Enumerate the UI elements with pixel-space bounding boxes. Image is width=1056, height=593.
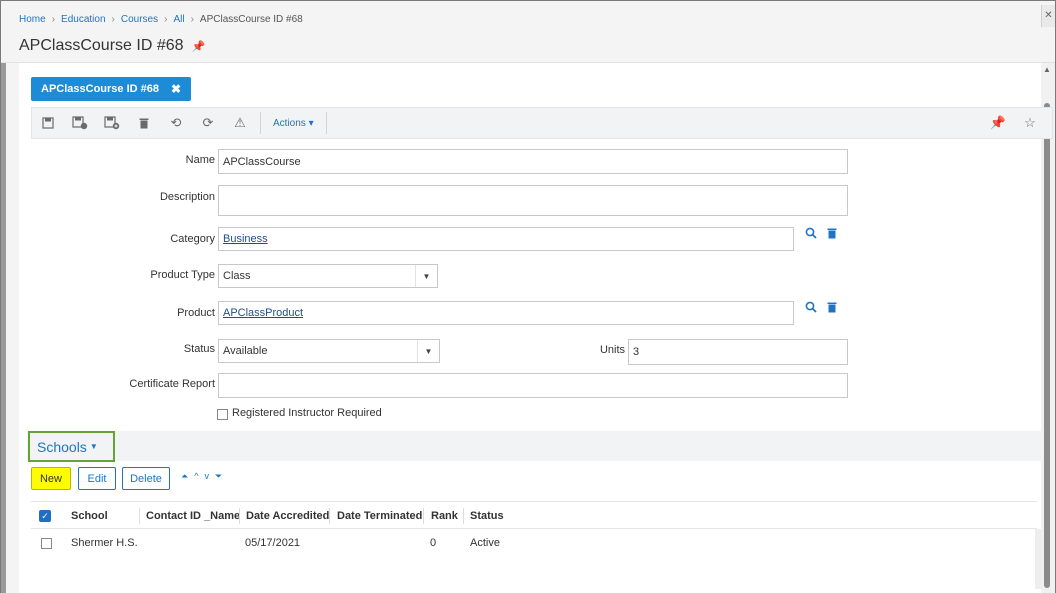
warning-icon[interactable]: ⚠ [224,108,256,138]
record-toolbar: ⟲ ⟳ ⚠ Actions ▾ 📌 ☆ [31,107,1053,139]
column-contact[interactable]: Contact ID _Name [146,502,240,530]
toolbar-divider [325,112,327,134]
record-tab[interactable]: APClassCourse ID #68 ✖ [31,77,192,101]
column-divider [329,508,330,524]
search-icon[interactable] [805,301,817,316]
product-label: Product [177,307,215,319]
record-tab-label: APClassCourse ID #68 [41,83,159,95]
row-checkbox[interactable] [41,538,52,549]
cell-date-accredited: 05/17/2021 [245,537,301,549]
registered-instructor-label: Registered Instructor Required [232,407,382,419]
record-panel: APClassCourse ID #68 ✖ ⟲ ⟳ ⚠ Actions ▾ 📌… [19,63,1053,593]
breadcrumb-separator: › [190,14,194,25]
status-value: Available [223,345,268,357]
save-icon[interactable] [32,108,64,138]
category-label: Category [170,233,215,245]
product-type-value: Class [223,270,251,282]
status-label: Status [183,343,215,355]
column-divider [239,508,240,524]
column-rank[interactable]: Rank [431,502,458,530]
breadcrumb-courses[interactable]: Courses [121,14,158,25]
units-label: Units [599,344,625,356]
breadcrumb-education[interactable]: Education [61,14,105,25]
name-value: APClassCourse [223,155,301,168]
move-up-icon[interactable]: ^ [194,471,198,482]
cell-school: Shermer H.S. [71,537,138,549]
save-and-new-icon[interactable] [96,108,128,138]
breadcrumb-all[interactable]: All [173,14,184,25]
column-date-accredited[interactable]: Date Accredited [246,502,329,530]
scrollbar-thumb[interactable] [1044,103,1050,588]
name-label: Name [185,154,215,166]
name-input[interactable]: APClassCourse [218,149,848,174]
schools-grid-header: ✓ School Contact ID _Name Date Accredite… [31,501,1037,529]
close-tab-icon[interactable]: ✖ [171,82,181,96]
undo-icon[interactable]: ⟲ [160,108,192,138]
schools-section-header [27,431,1043,461]
pin-icon[interactable]: 📌 [192,40,206,53]
toolbar-right: 📌 ☆ [982,108,1046,138]
move-down-icon[interactable]: v [204,471,209,482]
breadcrumb: Home › Education › Courses › All › APCla… [19,14,303,25]
close-icon[interactable]: ✕ [1041,5,1055,27]
category-lookup[interactable]: Business [218,227,794,251]
breadcrumb-current: APClassCourse ID #68 [199,14,303,25]
reorder-controls: ⏶ ^ v ⏷ [181,471,222,482]
edit-button[interactable]: Edit [78,467,116,490]
certificate-report-input[interactable] [218,373,848,398]
table-row[interactable]: Shermer H.S. 05/17/2021 0 Active [31,529,1037,557]
certificate-report-label: Certificate Report [129,378,215,390]
delete-button[interactable]: Delete [122,467,170,490]
trash-icon[interactable] [827,227,837,242]
cell-status: Active [470,537,500,549]
page-scrollbar[interactable]: ▲ [1039,63,1055,593]
breadcrumb-separator: › [164,14,168,25]
breadcrumb-home[interactable]: Home [19,14,46,25]
page-header: Home › Education › Courses › All › APCla… [1,1,1055,63]
grid-scrollbar[interactable] [1035,529,1041,589]
trash-icon[interactable] [827,301,837,316]
move-top-icon[interactable]: ⏶ [181,471,188,482]
column-date-terminated[interactable]: Date Terminated [337,502,422,530]
category-value[interactable]: Business [223,233,268,245]
breadcrumb-separator: › [111,14,115,25]
page-title: APClassCourse ID #68 📌 [19,37,205,55]
column-school[interactable]: School [71,502,108,530]
units-input[interactable]: 3 [628,339,848,365]
left-gutter [6,63,19,593]
status-select[interactable]: Available ▼ [218,339,440,363]
column-divider [463,508,464,524]
cell-rank: 0 [430,537,437,549]
schools-toggle[interactable]: Schools ▼ [28,431,115,462]
move-bottom-icon[interactable]: ⏷ [215,471,222,482]
select-all-checkbox[interactable]: ✓ [39,510,51,522]
product-type-select[interactable]: Class ▼ [218,264,438,288]
save-and-close-icon[interactable] [64,108,96,138]
column-status[interactable]: Status [470,502,504,530]
toolbar-divider [260,112,261,134]
column-divider [139,508,140,524]
page-title-text: APClassCourse ID #68 [19,37,184,54]
units-value: 3 [633,346,640,358]
star-icon[interactable]: ☆ [1014,108,1046,138]
product-value[interactable]: APClassProduct [223,307,303,319]
refresh-icon[interactable]: ⟳ [192,108,224,138]
caret-down-icon: ▼ [89,442,98,451]
registered-instructor-checkbox[interactable] [217,409,228,420]
schools-title: Schools [37,438,87,455]
product-lookup[interactable]: APClassProduct [218,301,794,325]
pin-icon[interactable]: 📌 [982,108,1014,138]
column-divider [423,508,424,524]
chevron-down-icon[interactable]: ▼ [415,265,437,287]
description-label: Description [159,191,215,203]
scroll-up-icon[interactable]: ▲ [1043,65,1051,74]
breadcrumb-separator: › [51,14,56,25]
description-input[interactable] [218,185,848,216]
delete-icon[interactable] [128,108,160,138]
search-icon[interactable] [805,227,817,242]
actions-dropdown[interactable]: Actions ▾ [265,118,322,129]
new-button[interactable]: New [31,467,71,490]
product-type-label: Product Type [150,269,215,281]
